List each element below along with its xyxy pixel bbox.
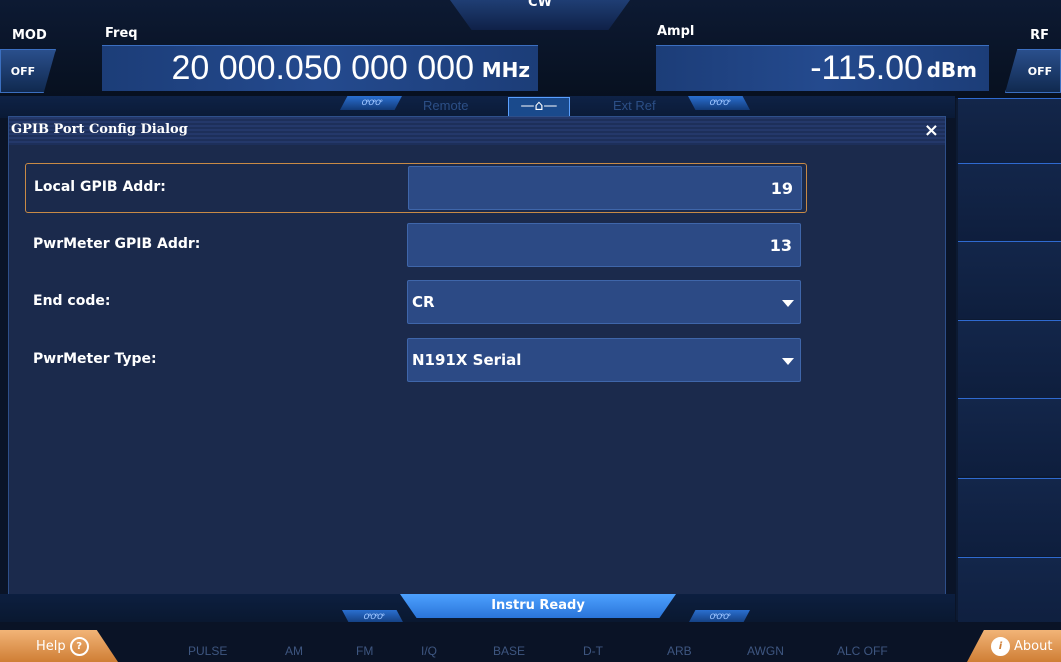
softkey-panel: [956, 98, 1061, 635]
local-gpib-addr-value: 19: [770, 179, 793, 198]
end-code-label: End code:: [33, 293, 111, 309]
footer-item-alc-off[interactable]: ALC OFF: [837, 644, 888, 658]
close-icon[interactable]: ×: [924, 120, 939, 141]
amplitude-display[interactable]: -115.00 dBm: [656, 45, 989, 91]
ampl-label: Ampl: [657, 24, 695, 39]
frequency-unit: MHz: [481, 58, 530, 82]
mode-label: CW: [528, 0, 552, 10]
mod-label: MOD: [12, 28, 47, 43]
local-gpib-addr-label: Local GPIB Addr:: [34, 179, 166, 195]
status-message: Instru Ready: [400, 594, 676, 618]
help-button[interactable]: Help ?: [0, 630, 118, 662]
help-label: Help: [36, 638, 66, 654]
pwrmeter-type-row[interactable]: PwrMeter Type: N191X Serial: [25, 336, 807, 386]
pwrmeter-gpib-addr-row[interactable]: PwrMeter GPIB Addr: 13: [25, 221, 807, 271]
footer-item-iq[interactable]: I/Q: [421, 644, 437, 658]
gpib-config-dialog: GPIB Port Config Dialog × Local GPIB Add…: [8, 116, 946, 606]
ext-ref-indicator: Ext Ref: [613, 98, 656, 113]
pwrmeter-type-value: N191X Serial: [412, 351, 522, 369]
about-button[interactable]: i About: [967, 630, 1061, 662]
decorative-tab-left: ꝍꝍꝍ: [340, 96, 402, 110]
remote-indicator: Remote: [423, 98, 469, 113]
mode-indicator: CW: [450, 0, 630, 30]
pwrmeter-type-select[interactable]: N191X Serial: [407, 338, 801, 382]
footer-item-awgn[interactable]: AWGN: [747, 644, 784, 658]
frequency-value: 20 000.050 000 000: [171, 49, 474, 87]
softkey-6[interactable]: [958, 478, 1061, 556]
amplitude-unit: dBm: [926, 58, 977, 82]
pwrmeter-gpib-addr-input[interactable]: 13: [407, 223, 801, 267]
end-code-row[interactable]: End code: CR: [25, 278, 807, 328]
pwrmeter-type-label: PwrMeter Type:: [33, 351, 157, 367]
rf-toggle-button[interactable]: OFF: [1005, 49, 1061, 93]
decorative-tab-right: ꝍꝍꝍ: [688, 96, 750, 110]
footer-item-fm[interactable]: FM: [356, 644, 373, 658]
end-code-select[interactable]: CR: [407, 280, 801, 324]
chevron-down-icon[interactable]: [782, 300, 794, 307]
frequency-display[interactable]: 20 000.050 000 000 MHz: [102, 45, 538, 91]
top-header: MOD OFF Freq 20 000.050 000 000 MHz CW A…: [0, 0, 1061, 98]
info-icon: i: [991, 636, 1010, 656]
local-gpib-addr-input[interactable]: 19: [408, 166, 802, 210]
chevron-down-icon[interactable]: [782, 358, 794, 365]
pwrmeter-gpib-addr-value: 13: [769, 236, 792, 255]
dialog-title-bar: GPIB Port Config Dialog ×: [9, 117, 945, 145]
pwrmeter-gpib-addr-label: PwrMeter GPIB Addr:: [33, 236, 201, 252]
softkey-5[interactable]: [958, 398, 1061, 476]
footer-bar: Help ? PULSE AM FM I/Q BASE D-T ARB AWGN…: [0, 622, 1061, 662]
status-strip: ꝍꝍꝍ Remote —⌂— Ext Ref ꝍꝍꝍ: [0, 96, 955, 118]
softkey-4[interactable]: [958, 320, 1061, 398]
softkey-2[interactable]: [958, 163, 1061, 241]
amplitude-value: -115.00: [810, 49, 923, 87]
freq-label: Freq: [105, 26, 138, 41]
footer-item-pulse[interactable]: PULSE: [188, 644, 227, 658]
footer-item-base[interactable]: BASE: [493, 644, 525, 658]
dialog-title: GPIB Port Config Dialog: [11, 122, 188, 137]
mod-toggle-button[interactable]: OFF: [0, 49, 56, 93]
local-gpib-addr-row[interactable]: Local GPIB Addr: 19: [25, 163, 807, 213]
bottom-status-bar: ꝍꝍꝍ Instru Ready ꝍꝍꝍ: [0, 594, 955, 624]
footer-item-arb[interactable]: ARB: [667, 644, 692, 658]
softkey-3[interactable]: [958, 241, 1061, 319]
rf-label: RF: [1030, 28, 1049, 43]
end-code-value: CR: [412, 293, 435, 311]
footer-item-dt[interactable]: D-T: [583, 644, 603, 658]
footer-item-am[interactable]: AM: [285, 644, 303, 658]
home-icon[interactable]: —⌂—: [508, 97, 570, 117]
about-label: About: [1014, 638, 1053, 654]
help-icon: ?: [69, 636, 89, 656]
